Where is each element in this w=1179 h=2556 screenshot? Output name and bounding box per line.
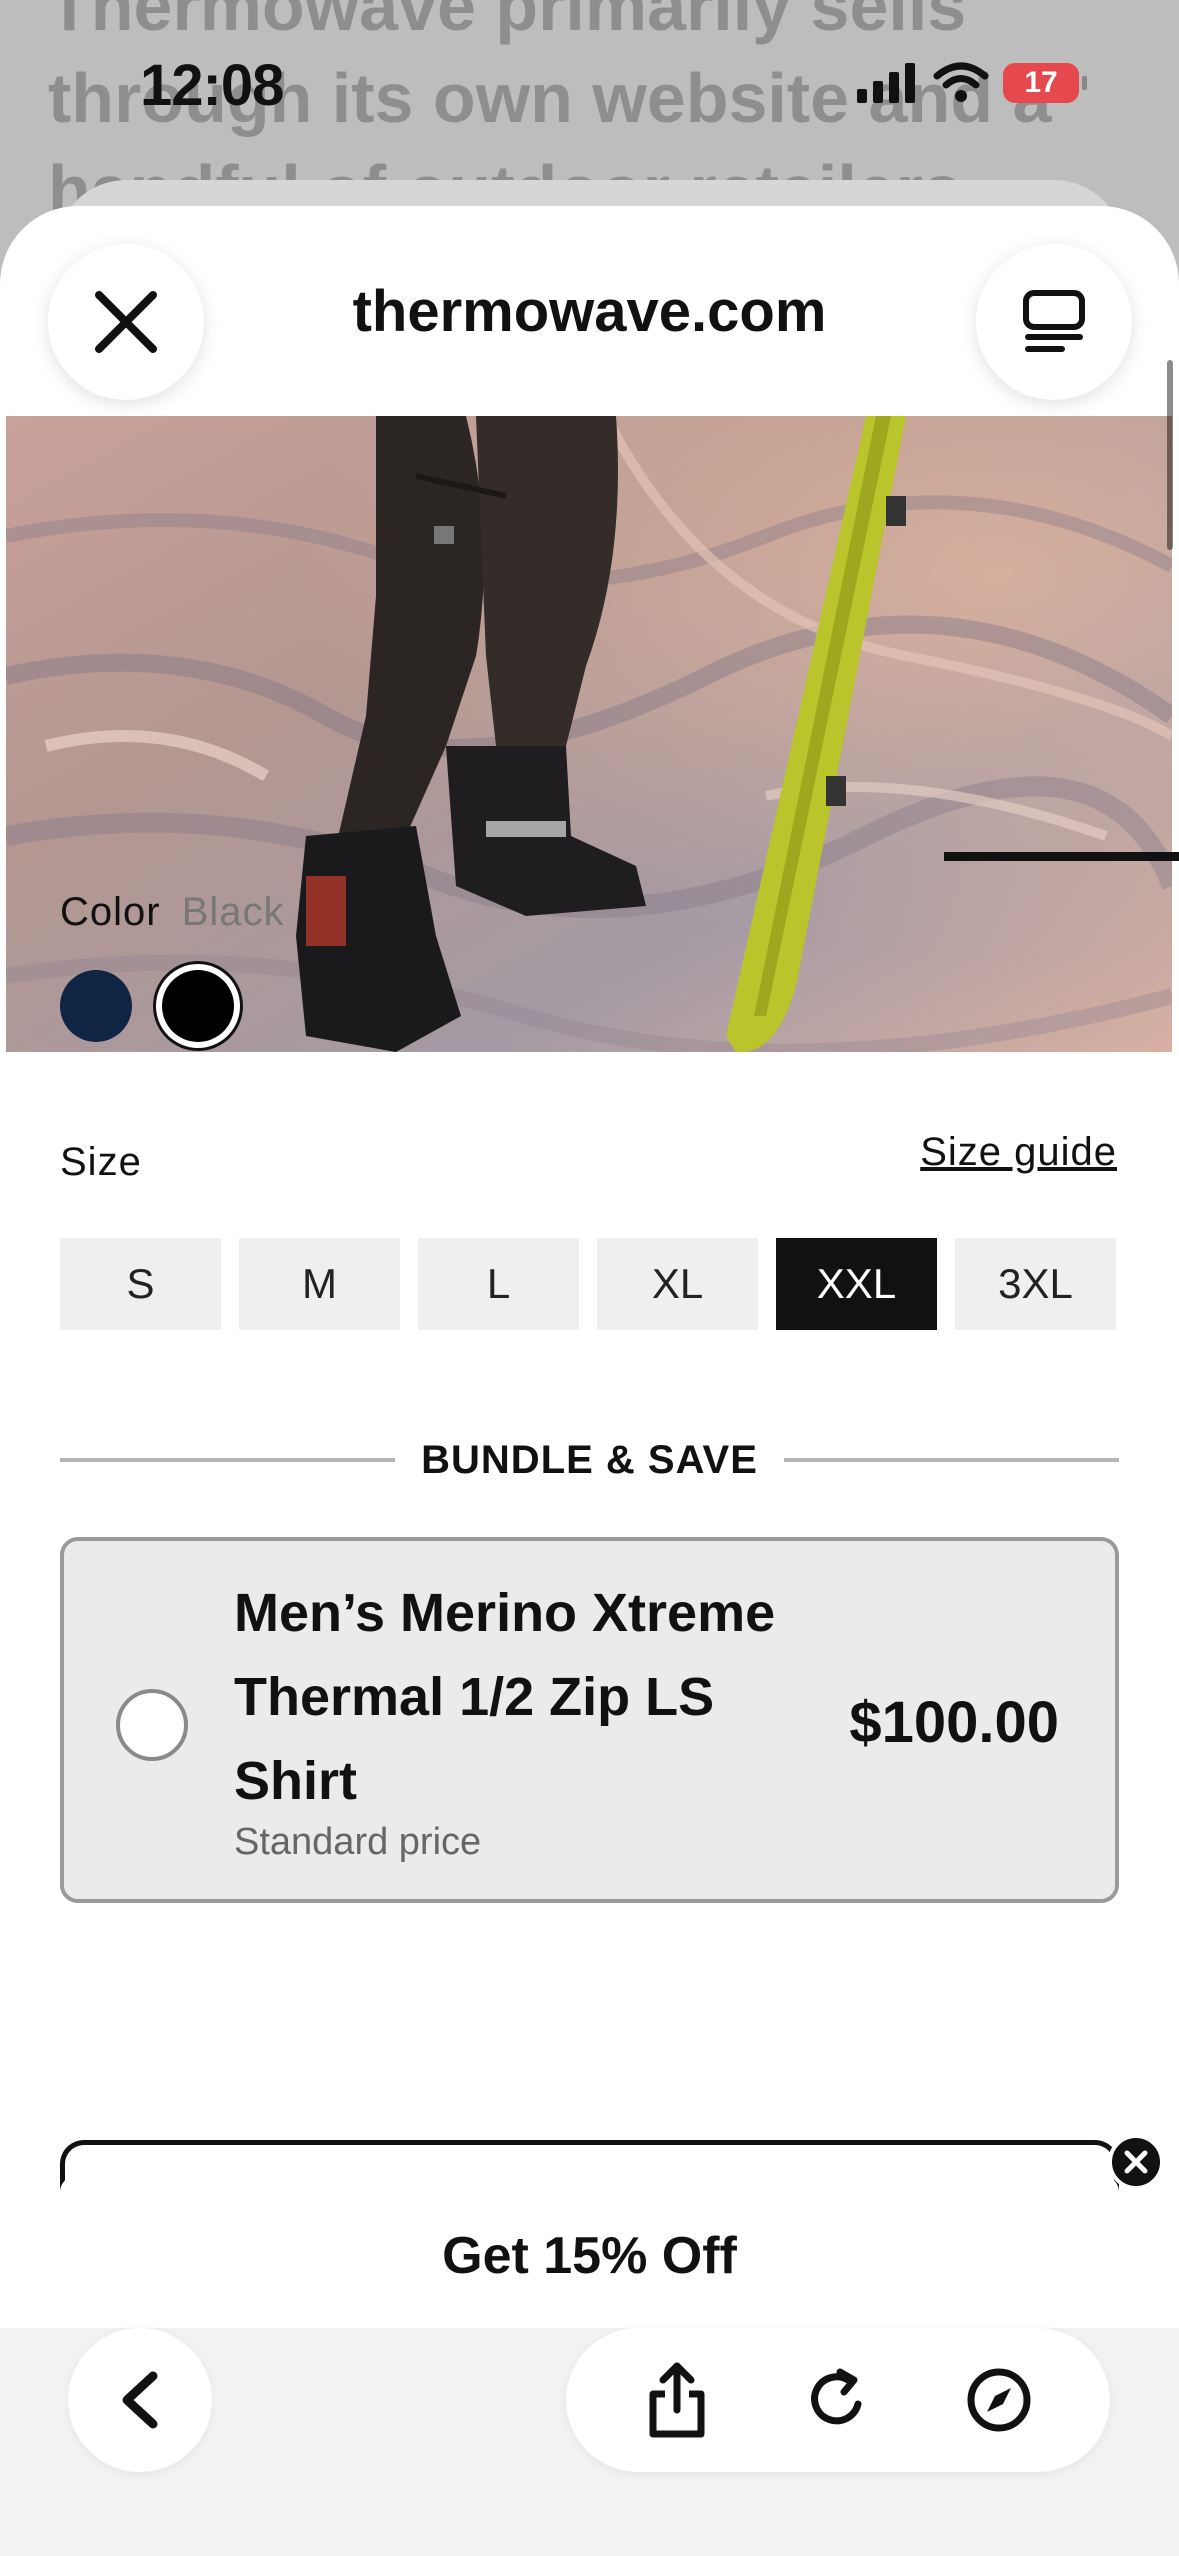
size-option-xxl[interactable]: XXL — [776, 1238, 937, 1330]
reload-icon — [811, 2368, 862, 2425]
color-swatches — [60, 970, 234, 1042]
snow-scene-image — [6, 416, 1172, 1052]
size-option-3xl[interactable]: 3XL — [955, 1238, 1116, 1330]
bundle-heading: BUNDLE & SAVE — [60, 1430, 1120, 1490]
status-icons: 17 — [857, 62, 1087, 104]
bundle-radio[interactable] — [116, 1689, 188, 1761]
battery-icon: 17 — [1003, 63, 1087, 103]
status-time: 12:08 — [140, 53, 284, 118]
compass-button[interactable] — [954, 2355, 1044, 2445]
gallery-progress-bar — [944, 852, 1179, 861]
bundle-option-title: Men’s Merino Xtreme Thermal 1/2 Zip LS S… — [234, 1583, 776, 1811]
bundle-option-subtitle: Standard price — [234, 1821, 482, 1863]
scroll-indicator[interactable] — [1167, 360, 1173, 550]
size-option-xl[interactable]: XL — [597, 1238, 758, 1330]
close-icon — [1124, 2150, 1148, 2174]
size-guide-link[interactable]: Size guide — [920, 1130, 1117, 1175]
status-bar: 12:08 17 — [0, 0, 1179, 170]
back-icon — [122, 2371, 158, 2429]
share-icon — [649, 2362, 705, 2438]
color-value: Black — [181, 890, 285, 934]
swatch-black[interactable] — [162, 970, 234, 1042]
cellular-signal-icon — [857, 63, 915, 103]
promo-label: Get 15% Off — [442, 2227, 737, 2285]
color-selector-label: Color Black — [60, 890, 285, 935]
size-options: S M L XL XXL 3XL — [60, 1238, 1116, 1330]
browser-toolbar — [0, 2328, 1179, 2556]
promo-close-button[interactable] — [1108, 2134, 1164, 2190]
screen: Thermowave primarily sells through its o… — [0, 0, 1179, 2556]
reader-icon — [1023, 290, 1085, 352]
bundle-option-price: $100.00 — [849, 1690, 1059, 1755]
reader-mode-button[interactable] — [976, 244, 1132, 400]
back-button[interactable] — [68, 2328, 212, 2472]
reload-button[interactable] — [793, 2355, 883, 2445]
divider — [783, 1458, 1120, 1462]
toolbar-actions — [566, 2328, 1110, 2472]
wifi-icon — [933, 62, 989, 102]
divider — [60, 1458, 396, 1462]
color-label: Color — [60, 890, 161, 934]
swatch-navy[interactable] — [60, 970, 132, 1042]
size-option-s[interactable]: S — [60, 1238, 221, 1330]
size-option-m[interactable]: M — [239, 1238, 400, 1330]
size-option-l[interactable]: L — [418, 1238, 579, 1330]
battery-level: 17 — [1024, 66, 1058, 99]
bundle-option-standard[interactable]: Men’s Merino Xtreme Thermal 1/2 Zip LS S… — [60, 1537, 1119, 1903]
sheet-header: thermowave.com — [0, 206, 1179, 416]
product-hero-image[interactable] — [6, 416, 1172, 1052]
compass-icon — [967, 2368, 1031, 2432]
bundle-heading-text: BUNDLE & SAVE — [421, 1437, 758, 1482]
size-label: Size — [60, 1140, 142, 1184]
share-button[interactable] — [632, 2355, 722, 2445]
promo-banner[interactable]: Get 15% Off — [60, 2176, 1119, 2336]
